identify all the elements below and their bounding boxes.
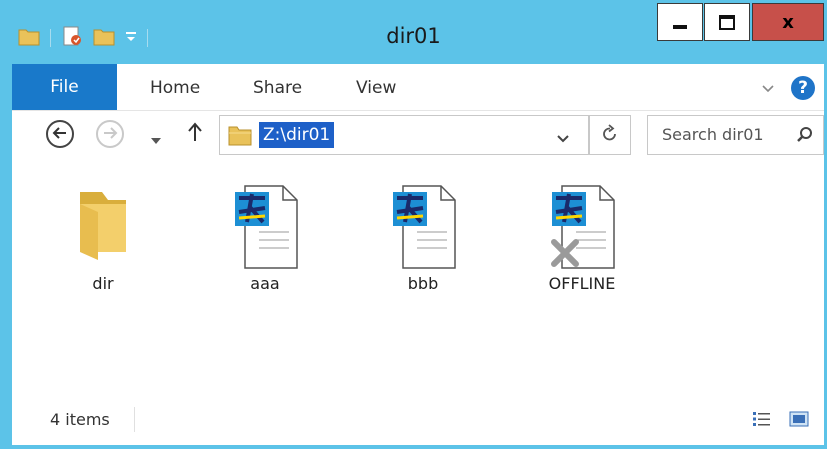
details-view-icon[interactable] <box>752 410 772 432</box>
up-button[interactable] <box>182 120 208 148</box>
folder-icon <box>48 182 158 272</box>
forward-arrow-icon <box>102 125 118 144</box>
large-icons-view-icon[interactable] <box>789 410 809 432</box>
address-bar[interactable]: Z:\dir01 <box>219 115 589 155</box>
minimize-button[interactable] <box>657 3 703 41</box>
maximize-button[interactable] <box>704 3 750 41</box>
tab-share[interactable]: Share <box>253 78 302 98</box>
offline-document-icon <box>527 182 637 272</box>
file-name: aaa <box>250 274 280 293</box>
file-name: bbb <box>407 274 439 293</box>
window-frame-bottom <box>0 445 827 449</box>
minimize-icon <box>673 25 687 29</box>
item-count: 4 items <box>50 410 110 429</box>
search-box[interactable]: Search dir01 <box>647 115 824 155</box>
address-input[interactable]: Z:\dir01 <box>259 122 335 148</box>
close-button[interactable]: x <box>752 3 824 41</box>
file-name: dir <box>92 274 114 293</box>
document-icon <box>368 182 478 272</box>
tab-home[interactable]: Home <box>150 78 200 98</box>
ribbon-bar <box>12 64 827 111</box>
document-icon <box>210 182 320 272</box>
tab-file[interactable]: File <box>12 64 117 110</box>
refresh-icon <box>602 124 618 146</box>
tab-view[interactable]: View <box>356 78 396 98</box>
search-icon[interactable] <box>796 126 814 148</box>
chevron-down-icon[interactable] <box>556 129 570 148</box>
chevron-down-icon <box>150 130 162 149</box>
maximize-icon <box>719 14 735 30</box>
folder-icon <box>228 124 252 150</box>
divider <box>134 407 135 432</box>
search-input[interactable]: Search dir01 <box>662 125 764 144</box>
refresh-button[interactable] <box>589 115 631 155</box>
up-arrow-icon <box>187 122 203 146</box>
chevron-down-icon[interactable] <box>762 80 774 93</box>
back-arrow-icon <box>52 125 68 144</box>
back-button[interactable] <box>46 120 74 148</box>
file-name: OFFLINE <box>548 274 616 293</box>
help-icon[interactable]: ? <box>791 76 815 100</box>
explorer-window: dir01 x File Home Share View ? Z:\dir01 … <box>0 0 827 449</box>
forward-button[interactable] <box>96 120 124 148</box>
recent-locations-button[interactable] <box>150 130 162 149</box>
window-frame-left <box>0 0 12 449</box>
